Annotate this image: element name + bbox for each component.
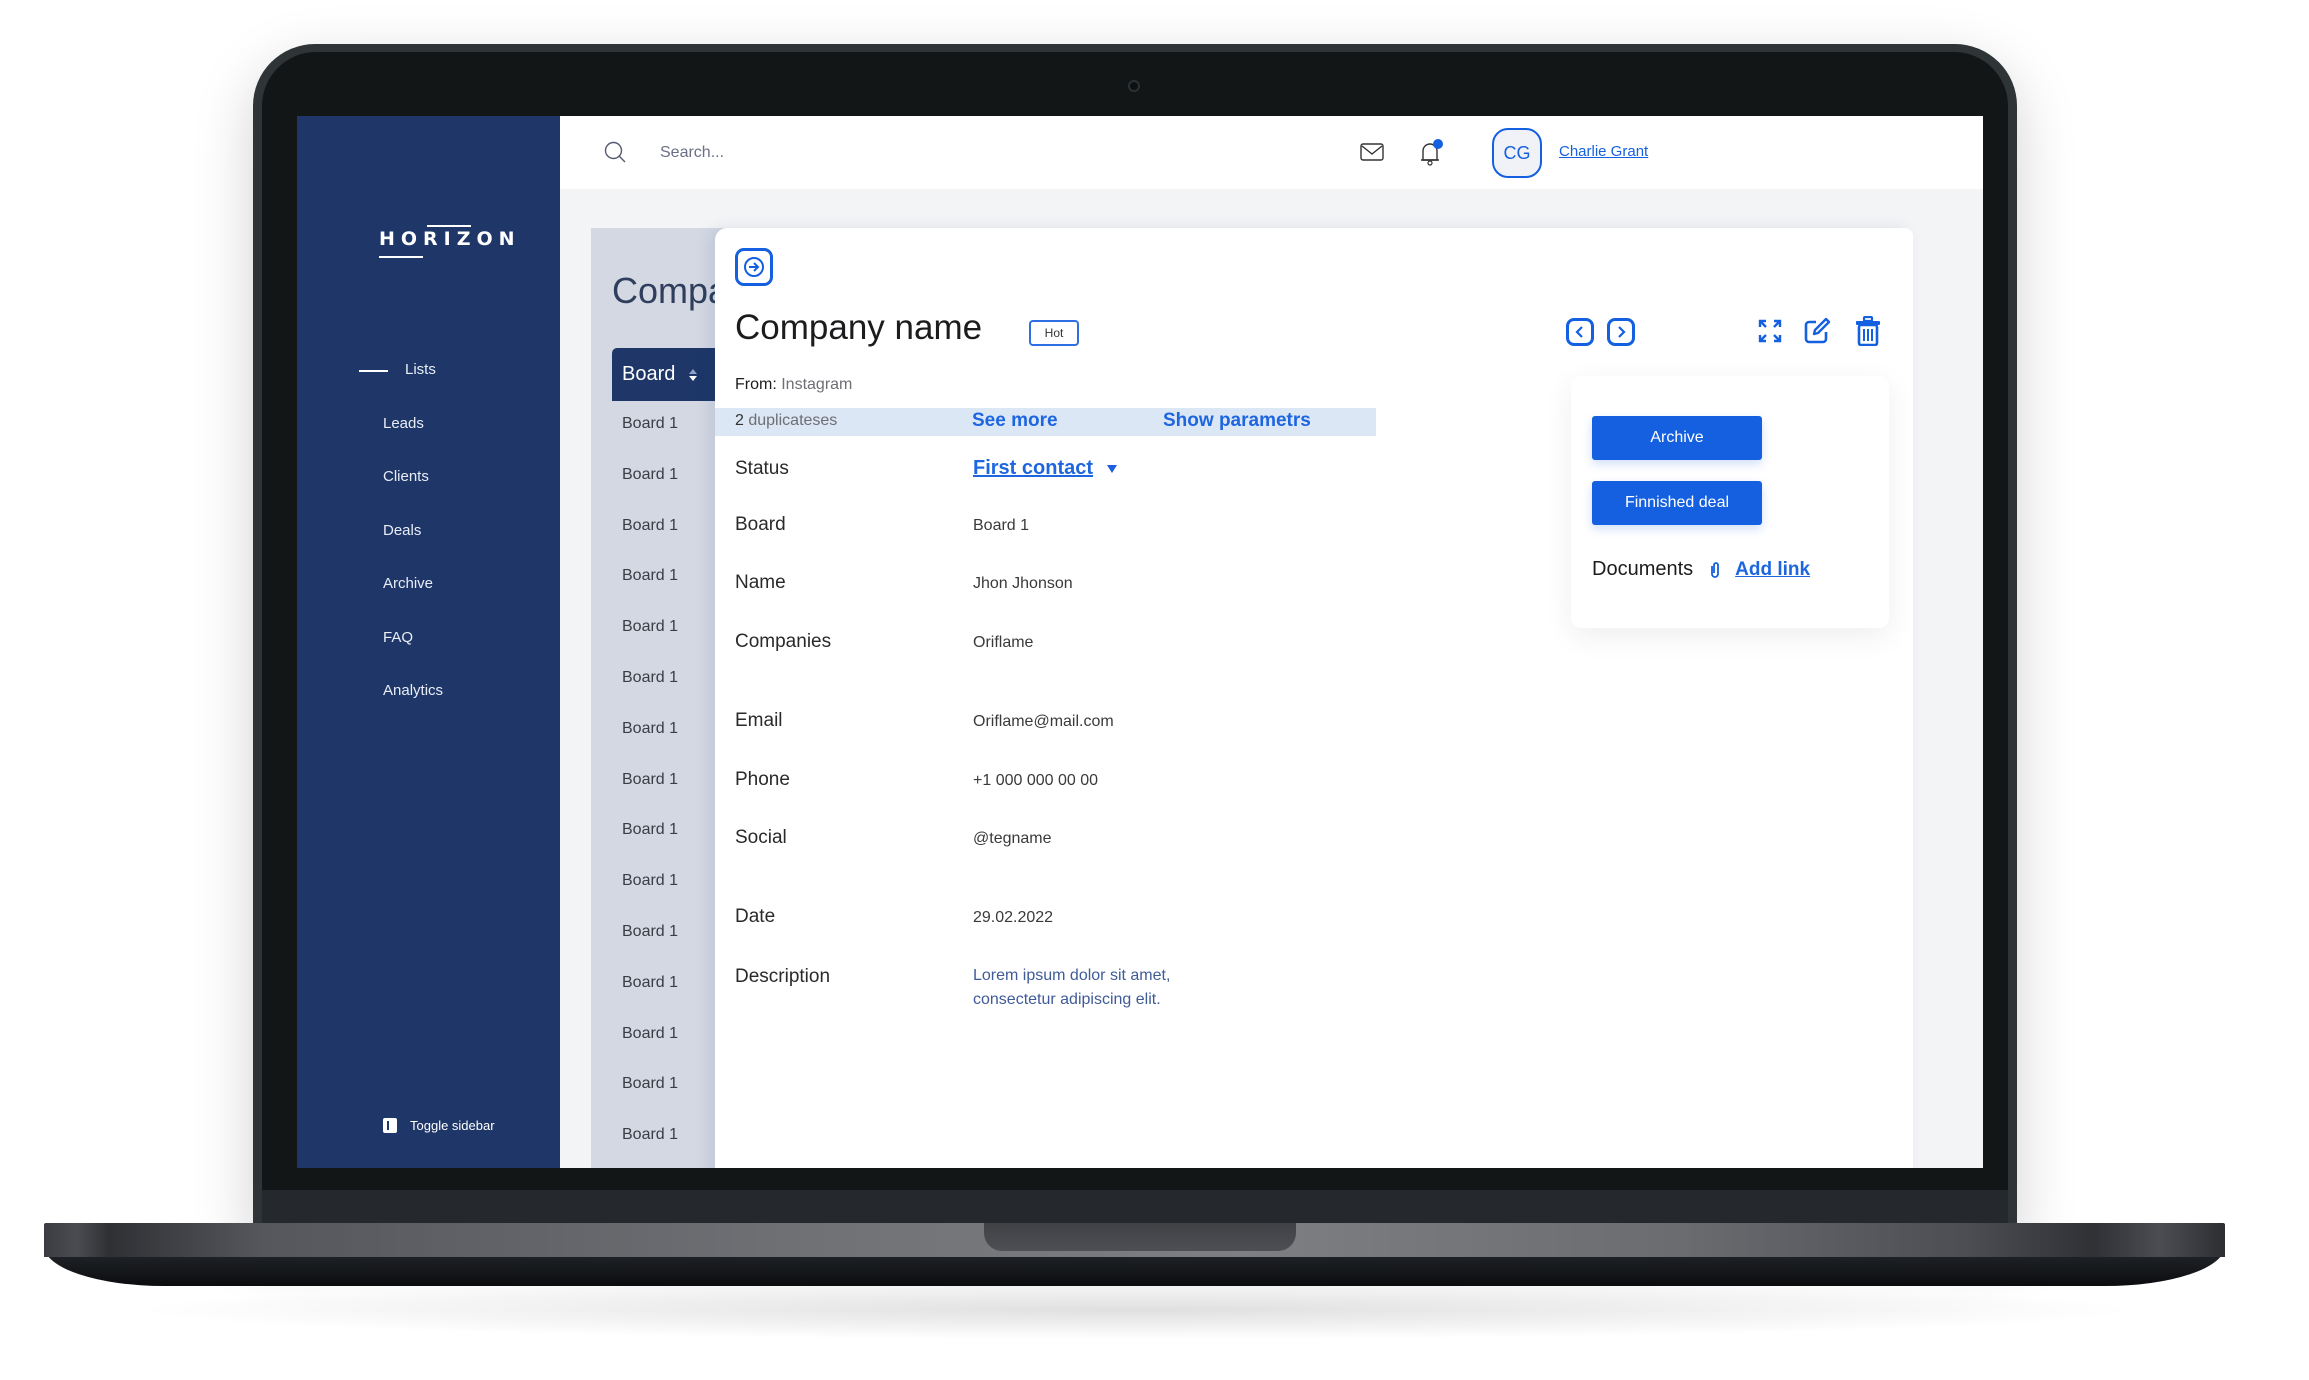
- laptop-notch: [984, 1223, 1296, 1251]
- show-parameters-link[interactable]: Show parametrs: [1163, 410, 1311, 432]
- from-label: From:: [735, 376, 777, 393]
- field-value-companies: Oriflame: [973, 634, 1034, 651]
- field-label-phone: Phone: [735, 769, 790, 790]
- topbar: CG Charlie Grant: [560, 116, 1983, 189]
- sidebar-item-label: FAQ: [383, 628, 414, 646]
- sidebar-item-clients[interactable]: Clients: [297, 468, 560, 522]
- duplicates-label: duplicateses: [748, 412, 838, 429]
- next-button[interactable]: [1607, 318, 1635, 346]
- expand-icon[interactable]: [1755, 316, 1785, 346]
- field-label-email: Email: [735, 710, 783, 731]
- source-info: From: Instagram: [735, 376, 852, 394]
- arrow-right-icon: [744, 257, 764, 277]
- toggle-sidebar-label: Toggle sidebar: [410, 1118, 495, 1133]
- previous-button[interactable]: [1566, 318, 1594, 346]
- company-detail-panel: Company name Hot From: Instagram 2 dupli…: [715, 228, 1913, 1168]
- description-line: Lorem ipsum dolor sit amet,: [973, 967, 1171, 984]
- logo-text: HORIZON: [379, 228, 521, 250]
- field-value-email: Oriflame@mail.com: [973, 713, 1114, 730]
- sidebar-item-label: Clients: [383, 468, 429, 485]
- paperclip-icon: [1711, 561, 1720, 578]
- notification-dot: [1433, 139, 1443, 149]
- status-dropdown[interactable]: First contact: [973, 457, 1093, 480]
- delete-icon[interactable]: [1853, 316, 1883, 346]
- sidebar-item-faq[interactable]: FAQ: [297, 629, 560, 683]
- search-icon: [604, 141, 626, 163]
- see-more-link[interactable]: See more: [972, 410, 1058, 432]
- bell-icon[interactable]: [1418, 138, 1444, 168]
- field-label-status: Status: [735, 458, 789, 479]
- field-label-companies: Companies: [735, 631, 832, 652]
- sidebar-item-archive[interactable]: Archive: [297, 575, 560, 629]
- field-label-date: Date: [735, 906, 776, 927]
- toggle-sidebar-button[interactable]: Toggle sidebar: [383, 1118, 495, 1133]
- field-value-board: Board 1: [973, 517, 1030, 534]
- add-link-button[interactable]: Add link: [1735, 559, 1810, 581]
- camera-icon: [1128, 80, 1140, 92]
- documents-row: Documents Add link: [1592, 558, 1810, 581]
- field-label-name: Name: [735, 572, 786, 593]
- search-input[interactable]: [660, 140, 1160, 166]
- app-screen: HORIZON Lists Leads Clients Deals Archiv…: [297, 116, 1983, 1168]
- sidebar-item-deals[interactable]: Deals: [297, 522, 560, 576]
- sidebar-item-leads[interactable]: Leads: [297, 415, 560, 469]
- duplicates-count: 2: [735, 412, 744, 429]
- laptop-shadow: [120, 1280, 2150, 1340]
- duplicates-bar: 2 duplicateses See more Show parametrs: [715, 408, 1376, 436]
- field-value-description: Lorem ipsum dolor sit amet, consectetur …: [973, 964, 1170, 1012]
- field-value-social: @tegname: [973, 830, 1052, 847]
- sidebar-item-label: Lists: [405, 361, 436, 378]
- page-title: Company name: [735, 308, 983, 347]
- logo-underline: [379, 256, 423, 258]
- sort-icon[interactable]: [689, 368, 698, 381]
- archive-button[interactable]: Archive: [1592, 416, 1762, 460]
- field-label-description: Description: [735, 966, 831, 987]
- mail-icon[interactable]: [1360, 143, 1384, 161]
- description-line: consectetur adipiscing elit.: [973, 991, 1161, 1008]
- duplicates-info: 2 duplicateses: [735, 412, 837, 430]
- chevron-left-icon: [1575, 326, 1583, 338]
- sidebar-nav: Lists Leads Clients Deals Archive FAQ An…: [297, 361, 560, 736]
- sidebar-item-label: Archive: [383, 575, 434, 592]
- avatar[interactable]: CG: [1492, 128, 1542, 178]
- sidebar-item-label: Analytics: [383, 682, 444, 699]
- sidebar-item-analytics[interactable]: Analytics: [297, 682, 560, 736]
- field-value-phone: +1 000 000 00 00: [973, 772, 1099, 789]
- sidebar-item-lists[interactable]: Lists: [297, 361, 560, 415]
- finished-deal-button[interactable]: Finnished deal: [1592, 481, 1762, 525]
- field-value-name: Jhon Jhonson: [973, 575, 1073, 592]
- status-badge: Hot: [1029, 320, 1079, 346]
- logo-overline: [427, 225, 471, 227]
- close-panel-button[interactable]: [735, 248, 773, 286]
- edit-icon[interactable]: [1802, 316, 1832, 346]
- field-value-date: 29.02.2022: [973, 909, 1054, 926]
- user-name-link[interactable]: Charlie Grant: [1559, 143, 1648, 160]
- column-header-label: Board: [622, 363, 676, 385]
- active-indicator: [359, 370, 388, 372]
- chevron-right-icon: [1618, 326, 1626, 338]
- caret-down-icon[interactable]: [1107, 465, 1117, 473]
- avatar-initials: CG: [1503, 142, 1531, 163]
- sidebar-item-label: Leads: [383, 414, 424, 432]
- field-label-board: Board: [735, 514, 786, 535]
- logo: HORIZON: [379, 225, 521, 258]
- from-value: Instagram: [781, 376, 853, 393]
- sidebar-toggle-icon: [383, 1118, 397, 1133]
- actions-panel: Archive Finnished deal Documents Add lin…: [1571, 376, 1889, 628]
- field-label-social: Social: [735, 827, 787, 848]
- laptop-mockup: HORIZON Lists Leads Clients Deals Archiv…: [0, 0, 2309, 1380]
- sidebar-item-label: Deals: [383, 521, 422, 539]
- documents-label: Documents: [1592, 558, 1694, 580]
- sidebar: HORIZON Lists Leads Clients Deals Archiv…: [297, 116, 560, 1168]
